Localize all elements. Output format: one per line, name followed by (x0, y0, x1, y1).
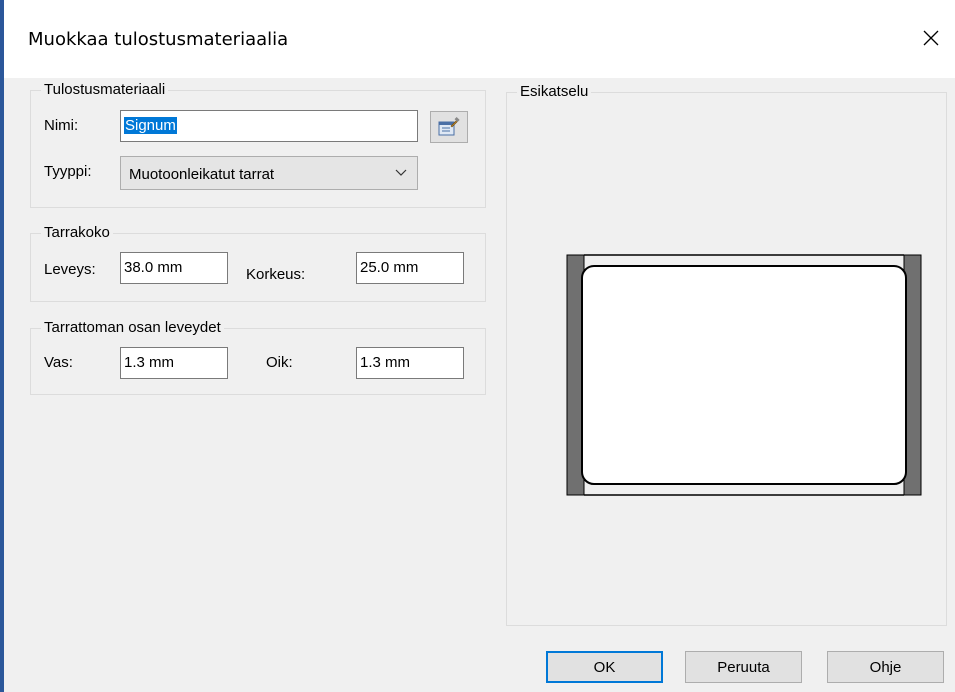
window-accent-edge (0, 0, 4, 692)
label-preview (566, 254, 922, 496)
close-button[interactable] (911, 20, 951, 56)
width-input[interactable]: 38.0 mm (120, 252, 228, 284)
properties-button[interactable] (430, 111, 468, 143)
left-input[interactable]: 1.3 mm (120, 347, 228, 379)
height-label: Korkeus: (246, 266, 306, 283)
width-label: Leveys: (44, 261, 96, 278)
name-input-value: Signum (124, 117, 177, 134)
label-shape (581, 265, 907, 485)
cancel-button[interactable]: Peruuta (685, 651, 802, 683)
name-label: Nimi: (44, 117, 79, 134)
liner-legend: Tarrattoman osan leveydet (41, 319, 224, 337)
label-size-legend: Tarrakoko (41, 224, 113, 242)
right-label: Oik: (266, 354, 293, 371)
name-input[interactable]: Signum (120, 110, 418, 142)
media-group-legend: Tulostusmateriaali (41, 81, 169, 99)
title-bar: Muokkaa tulostusmateriaalia (4, 0, 955, 78)
type-label: Tyyppi: (44, 163, 92, 180)
preview-legend: Esikatselu (517, 83, 592, 101)
properties-icon (438, 117, 460, 136)
media-group: Tulostusmateriaali (30, 81, 486, 208)
ok-button[interactable]: OK (546, 651, 663, 683)
chevron-down-icon (395, 169, 407, 176)
type-select-value: Muotoonleikatut tarrat (129, 166, 275, 183)
height-input[interactable]: 25.0 mm (356, 252, 464, 284)
right-input[interactable]: 1.3 mm (356, 347, 464, 379)
close-icon (923, 30, 939, 46)
left-label: Vas: (44, 354, 73, 371)
type-select[interactable]: Muotoonleikatut tarrat (120, 156, 418, 190)
help-button[interactable]: Ohje (827, 651, 944, 683)
dialog-title: Muokkaa tulostusmateriaalia (28, 29, 289, 50)
